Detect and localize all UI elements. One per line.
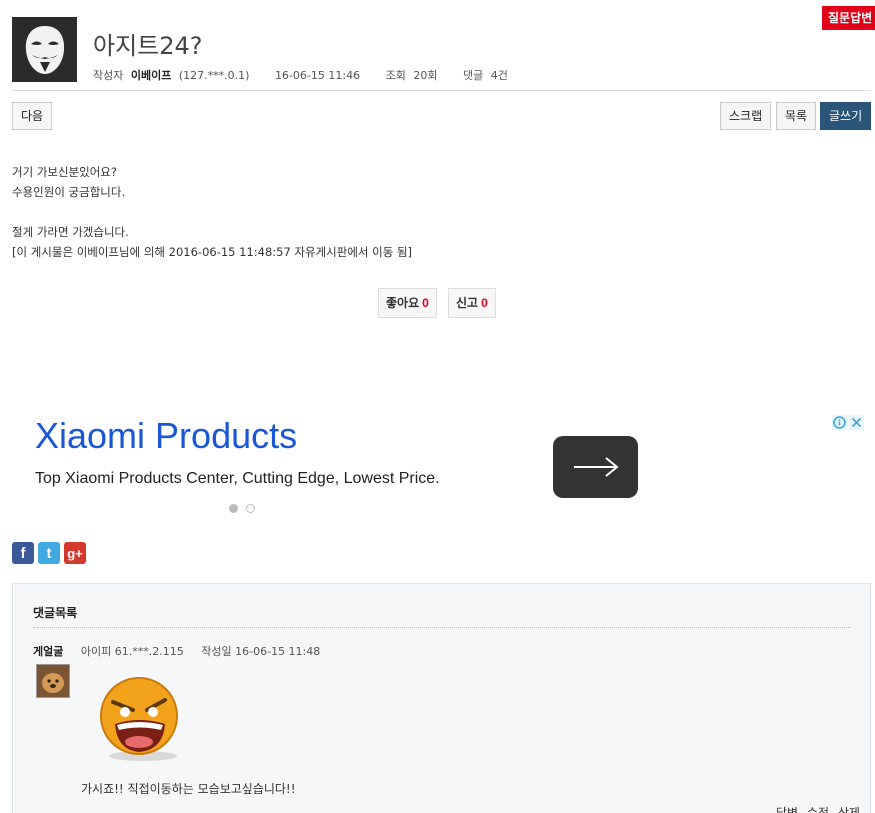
body-line: 절게 가라면 가겠습니다. (12, 225, 129, 239)
comments-count: 4건 (490, 69, 508, 82)
delete-link[interactable]: 삭제 (838, 806, 860, 813)
list-button[interactable]: 목록 (776, 102, 817, 130)
ad-description[interactable]: Top Xiaomi Products Center, Cutting Edge… (35, 470, 440, 488)
comments-heading: 댓글목록 (33, 606, 78, 620)
ad-choices[interactable] (832, 415, 864, 431)
like-label: 좋아요 (386, 296, 420, 310)
comment-date: 16-06-15 11:48 (235, 645, 321, 658)
ad-title[interactable]: Xiaomi Products (35, 415, 297, 457)
comment-emoticon (93, 672, 189, 767)
scrap-button[interactable]: 스크랩 (720, 102, 772, 130)
views-label: 조회 (385, 69, 406, 82)
comment-text: 가시죠!! 직접이동하는 모습보고싶습니다!! (81, 782, 296, 796)
comments-divider (33, 627, 851, 628)
reply-link[interactable]: 답변 (776, 806, 798, 813)
author-ip: (127.***.0.1) (178, 69, 250, 82)
header-divider (12, 90, 871, 91)
comment-date-label: 작성일 (201, 645, 232, 658)
comment-meta: 게얼굴 아이피 61.***.2.115 작성일 16-06-15 11:48 (33, 643, 320, 659)
author-label: 작성자 (93, 69, 124, 82)
comments-label: 댓글 (462, 69, 484, 82)
ad-info-icon[interactable] (832, 415, 847, 430)
ad-dot-active[interactable] (229, 504, 238, 513)
post-body: 거기 가보신분있어요? 수용인원이 궁금합니다. 절게 가라면 가겠습니다. [… (12, 162, 412, 262)
post-datetime: 16-06-15 11:46 (274, 69, 361, 82)
author-name[interactable]: 이베이프 (131, 69, 171, 82)
arrow-right-icon (573, 457, 619, 477)
report-button[interactable]: 신고 0 (448, 288, 496, 318)
report-label: 신고 (456, 296, 479, 310)
post-meta: 작성자 이베이프 (127.***.0.1) 16-06-15 11:46 조회… (93, 67, 512, 83)
write-button[interactable]: 글쓰기 (820, 102, 872, 130)
body-line: [이 게시물은 이베이프님에 의해 2016-06-15 11:48:57 자유… (12, 245, 413, 259)
ad-banner[interactable]: Xiaomi Products Top Xiaomi Products Cent… (12, 410, 872, 535)
angry-face-icon (100, 677, 178, 761)
facebook-icon[interactable]: f (12, 542, 34, 564)
ad-pager (229, 504, 255, 513)
googleplus-icon[interactable]: g+ (64, 542, 86, 564)
mask-icon (25, 25, 64, 74)
ad-close-icon[interactable] (849, 415, 864, 430)
qna-badge[interactable]: 질문답변 (822, 6, 875, 30)
comment-ip: 61.***.2.115 (114, 645, 184, 658)
comment-ip-label: 아이피 (80, 645, 112, 658)
body-line (12, 202, 412, 222)
share-buttons: f t g+ (12, 542, 86, 564)
comment-actions: 답변 수정 삭제 (771, 804, 860, 813)
twitter-icon[interactable]: t (38, 542, 60, 564)
author-avatar (12, 17, 77, 82)
ad-dot[interactable] (246, 504, 255, 513)
comments-section: 댓글목록 게얼굴 아이피 61.***.2.115 작성일 16-06-15 1… (12, 583, 871, 813)
views-count: 20회 (413, 69, 438, 82)
body-line: 수용인원이 궁금합니다. (12, 185, 126, 199)
body-line: 거기 가보신분있어요? (12, 165, 117, 179)
commenter-avatar (36, 664, 70, 698)
next-button[interactable]: 다음 (12, 102, 53, 130)
report-count: 0 (481, 296, 488, 310)
dog-avatar-icon (37, 665, 69, 697)
post-title: 아지트24? (93, 32, 203, 60)
like-count: 0 (422, 296, 429, 310)
comment-nickname[interactable]: 게얼굴 (33, 645, 63, 658)
like-button[interactable]: 좋아요 0 (378, 288, 437, 318)
ad-arrow-button[interactable] (553, 436, 638, 498)
edit-link[interactable]: 수정 (807, 806, 829, 813)
